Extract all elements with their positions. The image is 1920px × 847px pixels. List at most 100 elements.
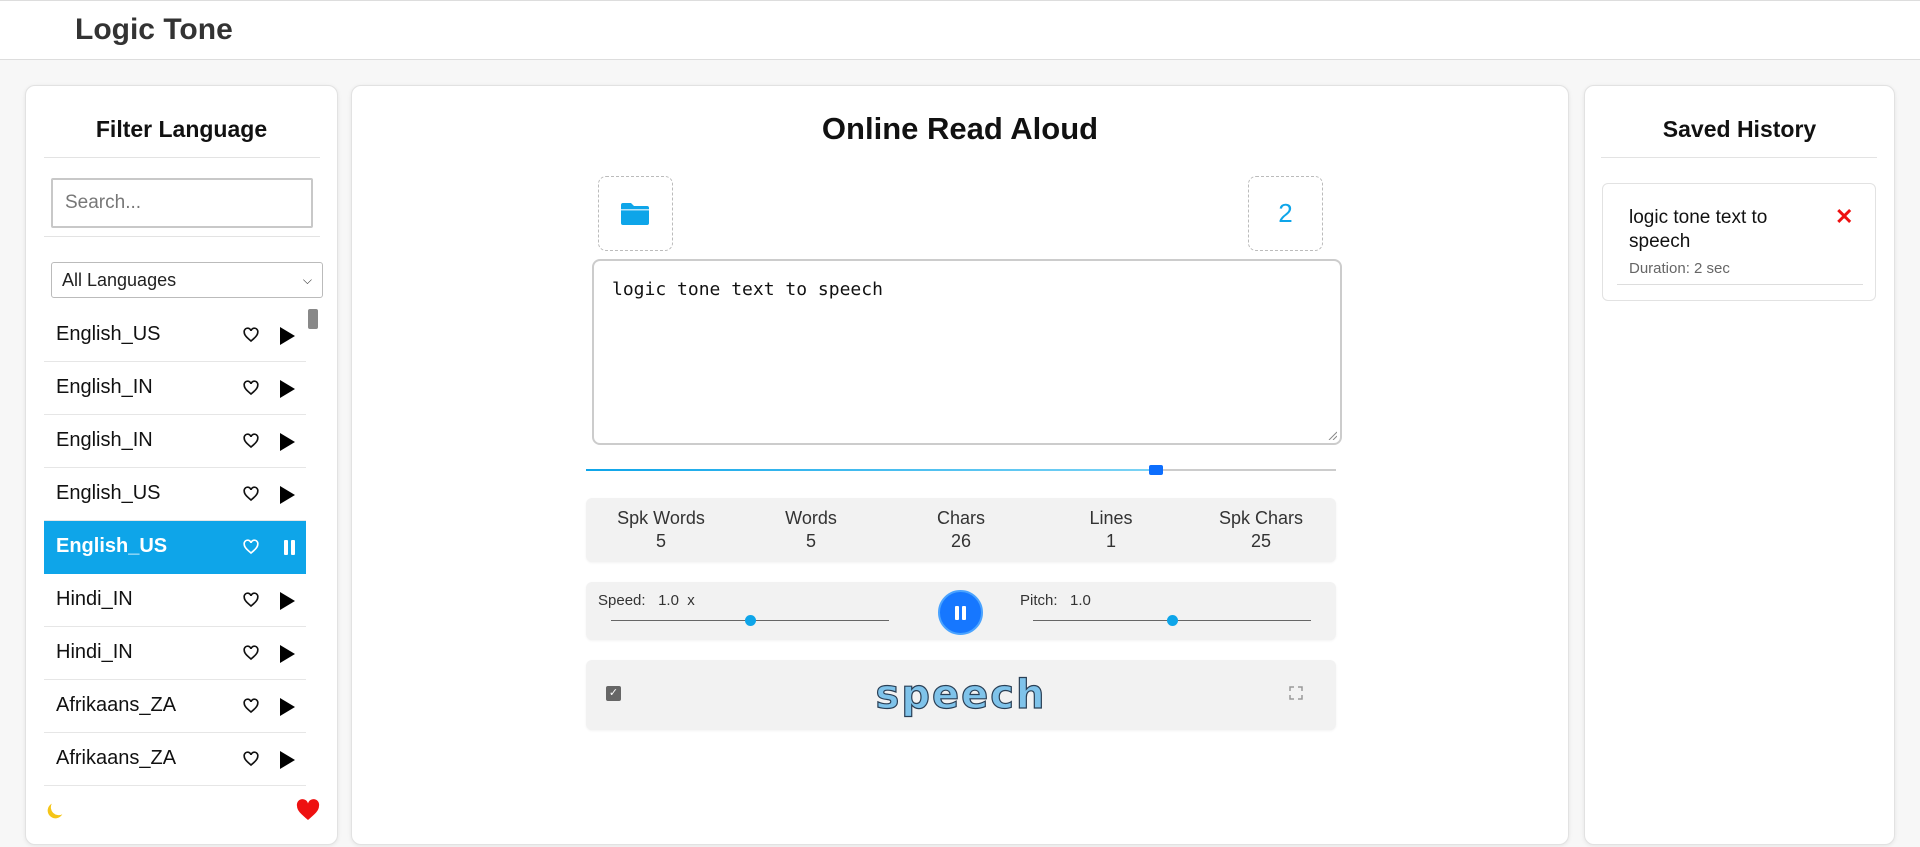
top-bar: Logic Tone xyxy=(0,0,1920,60)
delete-history-icon[interactable]: ✕ xyxy=(1835,204,1853,230)
text-input-area[interactable]: logic tone text to speech xyxy=(592,259,1342,445)
chevron-down-icon: ⌵ xyxy=(302,272,312,287)
language-item[interactable]: English_US xyxy=(44,309,306,362)
playback-controls: Speed: 1.0 x Pitch: 1.0 xyxy=(586,582,1336,640)
count-box[interactable]: 2 xyxy=(1248,176,1323,251)
saved-history-panel: Saved History logic tone text to speech … xyxy=(1584,85,1895,845)
divider xyxy=(1601,157,1877,158)
moon-icon[interactable] xyxy=(44,800,66,822)
pause-icon[interactable] xyxy=(284,540,296,555)
stat-label: Chars xyxy=(936,508,985,528)
favorite-heart-icon[interactable] xyxy=(242,432,260,450)
fullscreen-icon[interactable] xyxy=(1289,686,1303,700)
language-item[interactable]: English_US xyxy=(44,521,306,574)
current-word-display: ✓ speech xyxy=(586,660,1336,730)
language-name: Hindi_IN xyxy=(56,641,133,663)
favorite-heart-icon[interactable] xyxy=(242,379,260,397)
play-icon[interactable] xyxy=(280,380,295,398)
folder-icon xyxy=(621,203,649,225)
language-item[interactable]: Hindi_IN xyxy=(44,627,306,680)
history-item-text: logic tone text to speech xyxy=(1629,207,1768,252)
scrollbar-thumb[interactable] xyxy=(308,309,318,329)
language-select[interactable]: All Languages ⌵ xyxy=(51,262,323,298)
language-item[interactable]: English_IN xyxy=(44,415,306,468)
progress-knob[interactable] xyxy=(1149,465,1163,475)
pitch-slider-thumb[interactable] xyxy=(1167,615,1178,626)
speed-slider-thumb[interactable] xyxy=(745,615,756,626)
language-name: English_US xyxy=(56,323,161,345)
language-item[interactable]: Afrikaans_ZA xyxy=(44,680,306,733)
stat-item: Chars 26 xyxy=(886,498,1036,562)
filter-language-title: Filter Language xyxy=(95,116,268,142)
current-word: speech xyxy=(875,671,1047,718)
pitch-readout: Pitch: 1.0 xyxy=(1020,592,1091,609)
favorite-heart-icon[interactable] xyxy=(242,538,260,556)
stat-item: Lines 1 xyxy=(1036,498,1186,562)
play-icon[interactable] xyxy=(280,433,295,451)
stat-value: 5 xyxy=(805,531,816,551)
text-stats: Spk Words 5 Words 5 Chars 26 Lines 1 Spk Chars 25 xyxy=(586,498,1336,562)
stat-label: Spk Words xyxy=(617,508,705,528)
playback-progress-bar[interactable] xyxy=(586,465,1336,475)
play-icon[interactable] xyxy=(280,698,295,716)
pause-button[interactable] xyxy=(938,590,983,635)
progress-fill xyxy=(586,469,1156,471)
language-item[interactable]: Hindi_IN xyxy=(44,574,306,627)
language-item[interactable]: English_IN xyxy=(44,362,306,415)
app-title: Logic Tone xyxy=(75,13,233,46)
language-item[interactable]: English_US xyxy=(44,468,306,521)
language-name: Afrikaans_ZA xyxy=(56,694,177,716)
pitch-value: 1.0 xyxy=(1070,592,1091,609)
open-file-button[interactable] xyxy=(598,176,673,251)
resize-handle-icon[interactable] xyxy=(1327,430,1337,440)
stat-item: Spk Chars 25 xyxy=(1186,498,1336,562)
stat-item: Spk Words 5 xyxy=(586,498,736,562)
stat-label: Words xyxy=(785,508,837,528)
favorite-heart-icon[interactable] xyxy=(242,326,260,344)
language-name: English_US xyxy=(56,482,161,504)
filter-language-panel: Filter Language All Languages ⌵ English_… xyxy=(25,85,338,845)
language-select-value: All Languages xyxy=(62,269,177,290)
play-icon[interactable] xyxy=(280,592,295,610)
stat-value: 25 xyxy=(1250,531,1272,551)
stat-label: Spk Chars xyxy=(1218,508,1304,528)
speed-readout: Speed: 1.0 x xyxy=(598,592,695,609)
favorite-heart-icon[interactable] xyxy=(242,644,260,662)
language-name: English_IN xyxy=(56,429,153,451)
play-icon[interactable] xyxy=(280,751,295,769)
stat-label: Lines xyxy=(1089,508,1133,528)
play-icon[interactable] xyxy=(280,486,295,504)
stat-item: Words 5 xyxy=(736,498,886,562)
play-icon[interactable] xyxy=(280,645,295,663)
stat-value: 26 xyxy=(950,531,972,551)
read-aloud-title: Online Read Aloud xyxy=(821,111,1099,146)
language-list: English_US English_IN English_IN English_US… xyxy=(44,309,306,819)
favorites-heart-icon[interactable] xyxy=(296,799,320,821)
speed-unit: x xyxy=(687,592,695,609)
divider xyxy=(44,236,320,237)
language-name: Hindi_IN xyxy=(56,588,133,610)
read-aloud-panel: Online Read Aloud 2 logic tone text to s… xyxy=(351,85,1569,845)
favorite-heart-icon[interactable] xyxy=(242,750,260,768)
speed-value: 1.0 xyxy=(658,592,679,609)
play-icon[interactable] xyxy=(280,327,295,345)
pitch-label: Pitch: xyxy=(1020,592,1058,609)
text-input-value: logic tone text to speech xyxy=(612,279,883,300)
divider xyxy=(1617,284,1863,285)
language-name: English_IN xyxy=(56,376,153,398)
saved-history-title: Saved History xyxy=(1662,116,1817,142)
language-name: Afrikaans_ZA xyxy=(56,747,177,769)
favorite-heart-icon[interactable] xyxy=(242,697,260,715)
history-item[interactable]: logic tone text to speech Duration: 2 se… xyxy=(1602,183,1876,301)
language-search-input[interactable] xyxy=(51,178,313,228)
stat-value: 1 xyxy=(1105,531,1116,551)
speed-slider[interactable] xyxy=(611,615,889,626)
favorite-heart-icon[interactable] xyxy=(242,485,260,503)
favorite-heart-icon[interactable] xyxy=(242,591,260,609)
speed-label: Speed: xyxy=(598,592,646,609)
language-name: English_US xyxy=(56,535,168,557)
stat-value: 5 xyxy=(655,531,666,551)
pitch-slider[interactable] xyxy=(1033,615,1311,626)
divider xyxy=(44,157,320,158)
language-item[interactable]: Afrikaans_ZA xyxy=(44,733,306,786)
